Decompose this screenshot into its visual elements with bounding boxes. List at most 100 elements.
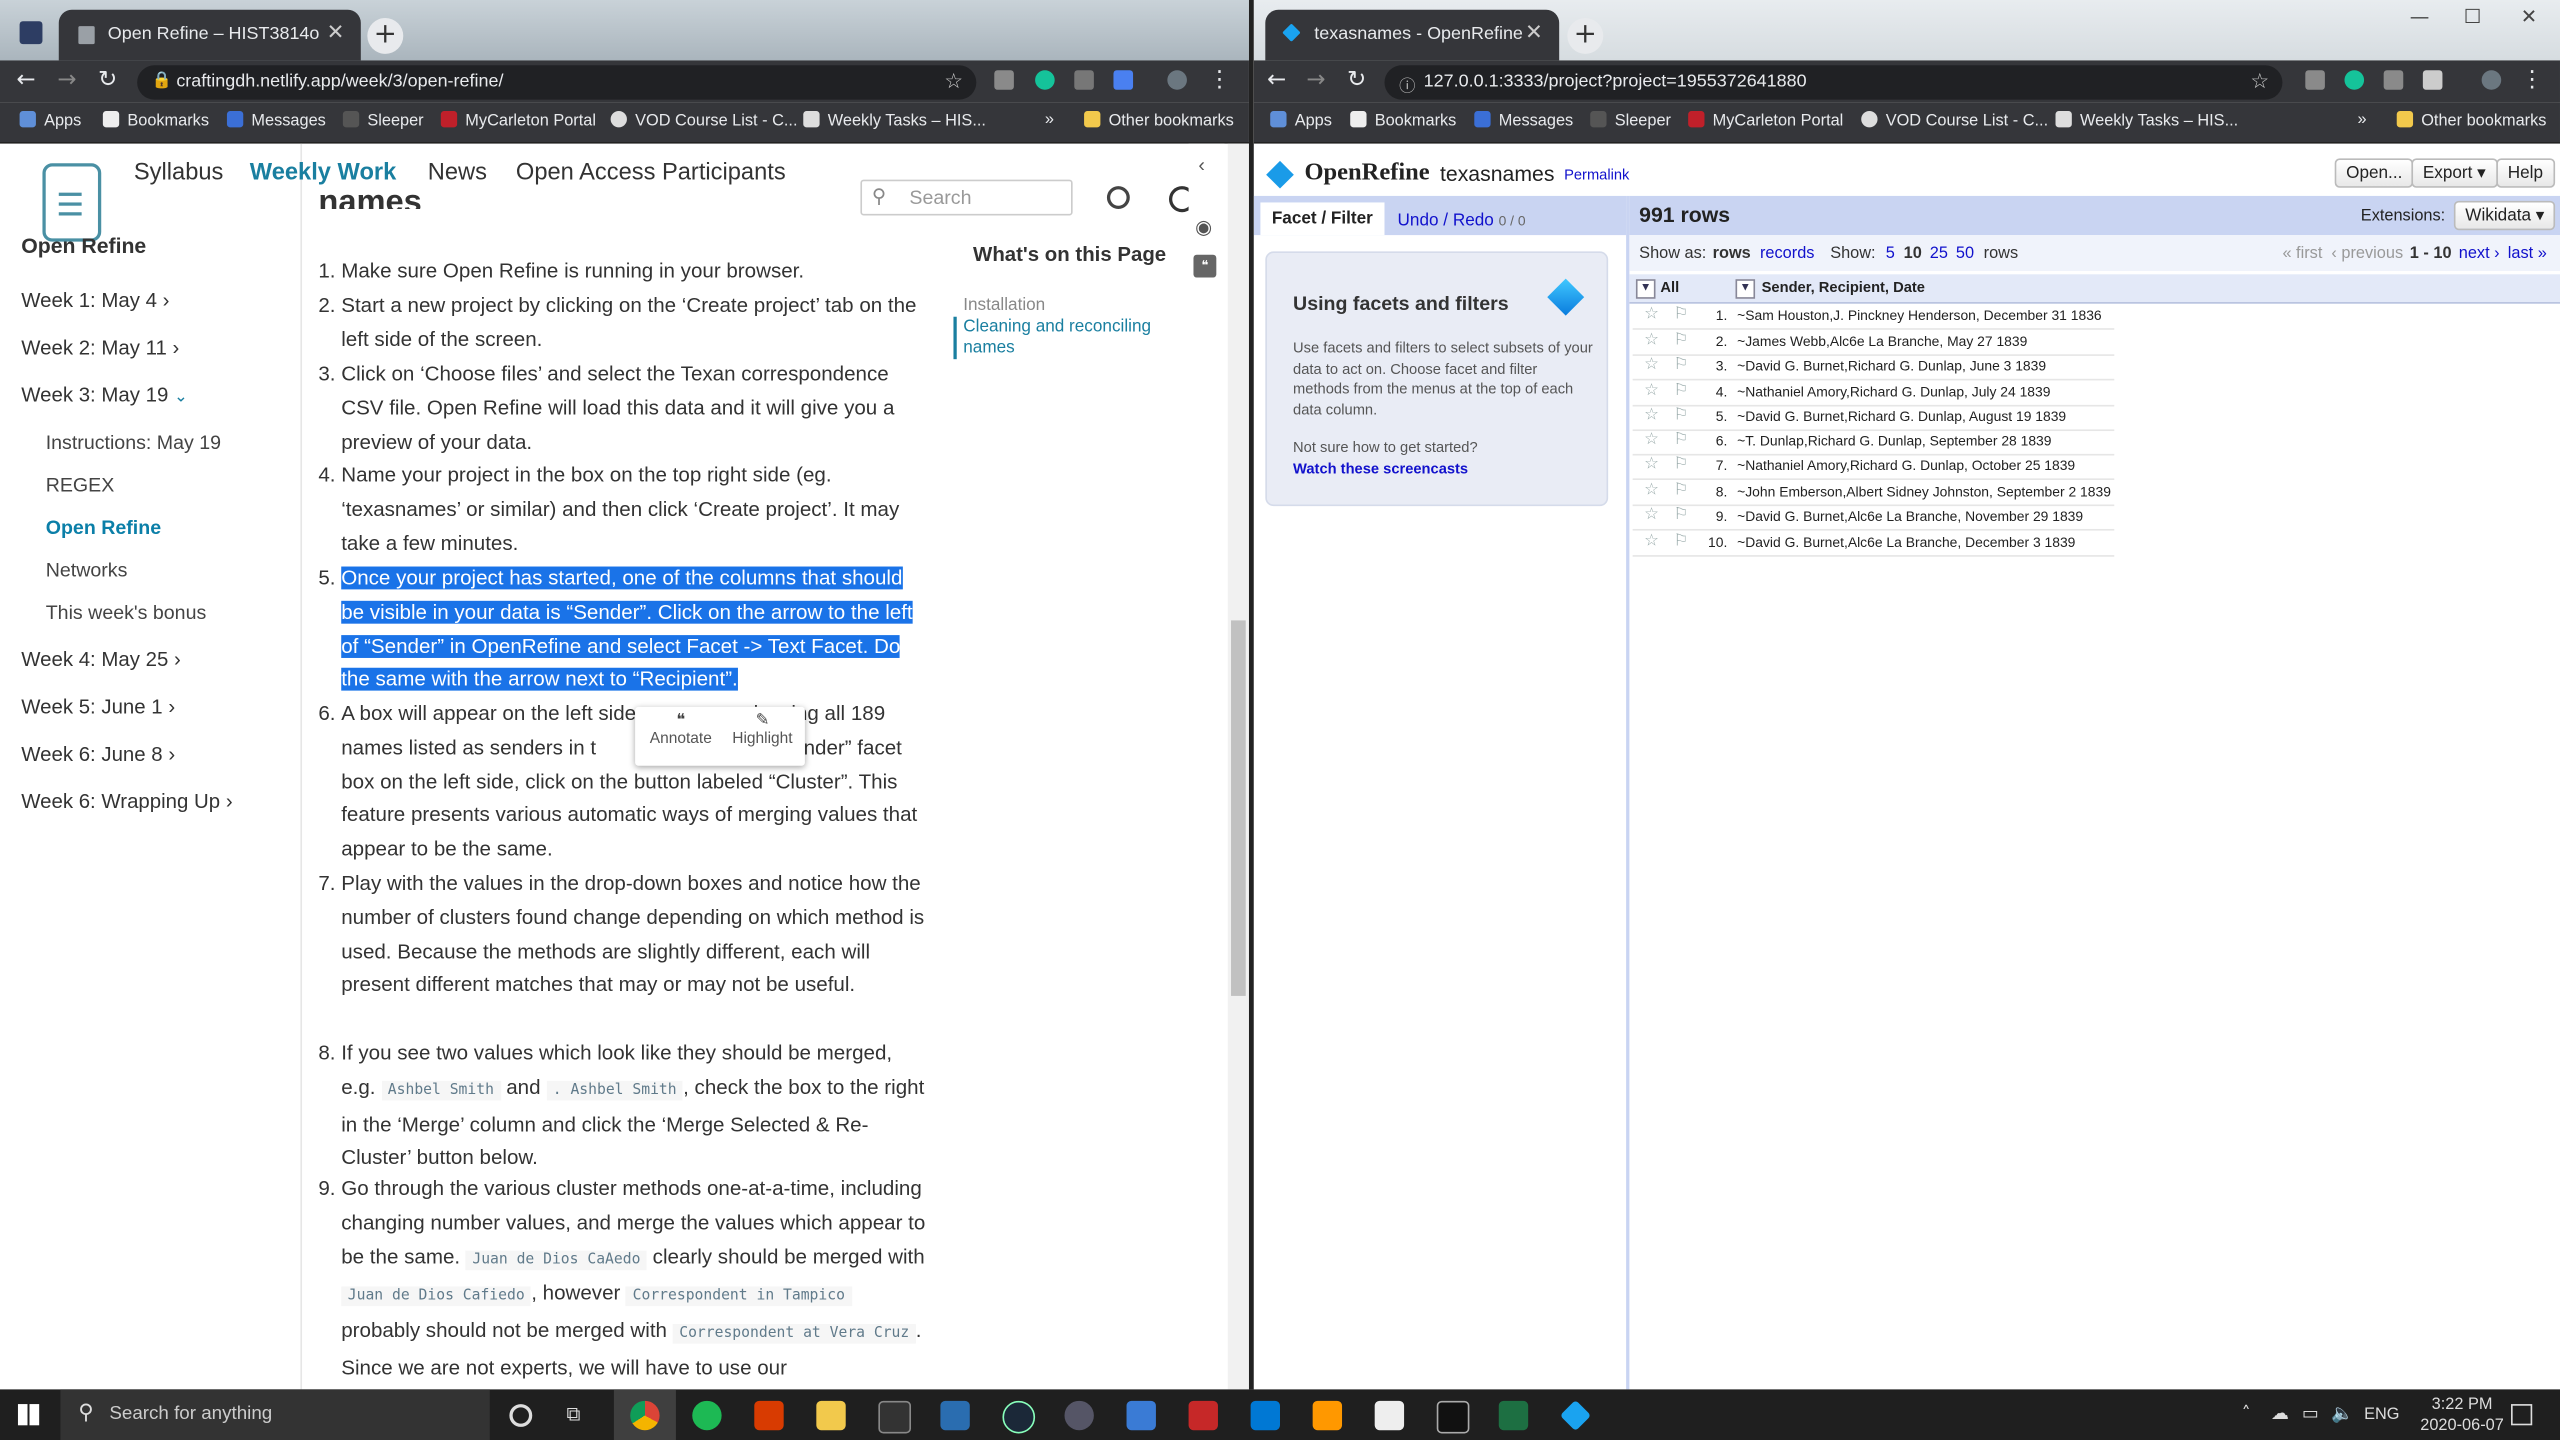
star-icon[interactable]: ☆ bbox=[1644, 331, 1659, 349]
highlight-button[interactable]: ✎ Highlight bbox=[727, 712, 799, 748]
star-icon[interactable]: ☆ bbox=[1644, 407, 1659, 425]
excel-icon[interactable] bbox=[1498, 1400, 1529, 1431]
table-row[interactable]: ☆ ⚐ 10. ~David G. Burnet,Alc6e La Branche, … bbox=[1632, 531, 2115, 557]
address-bar[interactable]: ⓘ 127.0.0.1:3333/project?project=1955372… bbox=[1384, 65, 2283, 100]
openrefine-taskbar-icon[interactable] bbox=[1559, 1399, 1592, 1432]
table-row[interactable]: ☆ ⚐ 5. ~David G. Burnet,Richard G. Dunlap, … bbox=[1632, 405, 2115, 432]
table-row[interactable]: ☆ ⚐ 2. ~James Webb,Alc6e La Branche, May 27… bbox=[1632, 330, 2115, 356]
flag-icon[interactable]: ⚐ bbox=[1673, 356, 1688, 374]
network-icon[interactable]: ▭ bbox=[2302, 1402, 2319, 1423]
onedrive-icon[interactable]: ☁ bbox=[2271, 1402, 2289, 1423]
table-row[interactable]: ☆ ⚐ 1. ~Sam Houston,J. Pinckney Henderson, … bbox=[1632, 304, 2115, 330]
profile-avatar[interactable] bbox=[1167, 70, 1187, 90]
bookmark-vod[interactable]: VOD Course List - C... bbox=[610, 111, 797, 131]
grammarly-icon[interactable] bbox=[1035, 70, 1055, 90]
back-icon[interactable]: ← bbox=[1262, 67, 1291, 93]
pager-last[interactable]: last » bbox=[2508, 245, 2547, 263]
star-icon[interactable]: ☆ bbox=[1644, 305, 1659, 323]
bookmark-messages[interactable]: Messages bbox=[226, 111, 326, 131]
bookmark-messages[interactable]: Messages bbox=[1474, 111, 1573, 131]
bookmarks-overflow-icon[interactable]: » bbox=[2358, 111, 2367, 129]
annotations-count-icon[interactable]: ❝ bbox=[1193, 254, 1217, 278]
bookmark-sleeper[interactable]: Sleeper bbox=[342, 111, 424, 131]
site-logo[interactable] bbox=[42, 163, 102, 242]
bookmark-mycarleton[interactable]: MyCarleton Portal bbox=[1688, 111, 1843, 131]
star-icon[interactable]: ☆ bbox=[1644, 532, 1659, 550]
extension-icon[interactable] bbox=[2305, 70, 2325, 90]
file-explorer-icon[interactable] bbox=[816, 1400, 846, 1431]
close-tab-icon[interactable]: ✕ bbox=[1525, 21, 1543, 45]
export-button[interactable]: Export ▾ bbox=[2411, 158, 2498, 188]
cortana-icon[interactable] bbox=[509, 1404, 533, 1427]
bookmark-weekly-tasks[interactable]: Weekly Tasks – HIS... bbox=[803, 111, 986, 131]
sidebar-item-networks[interactable]: Networks bbox=[46, 558, 128, 581]
tab-facet-filter[interactable]: Facet / Filter bbox=[1260, 202, 1385, 236]
sublime-text-icon[interactable] bbox=[1312, 1400, 1343, 1431]
page-scrollbar[interactable] bbox=[1227, 143, 1249, 1390]
grammarly-icon[interactable] bbox=[2344, 70, 2365, 90]
steam-icon[interactable] bbox=[1002, 1400, 1036, 1434]
sidebar-toggle-icon[interactable] bbox=[19, 21, 43, 45]
bookmark-weekly-tasks[interactable]: Weekly Tasks – HIS... bbox=[2055, 111, 2238, 131]
flag-icon[interactable]: ⚐ bbox=[1673, 456, 1688, 474]
menu-icon[interactable]: ⋮ bbox=[2518, 67, 2547, 93]
flag-icon[interactable]: ⚐ bbox=[1673, 431, 1688, 449]
visibility-eye-icon[interactable]: ◉ bbox=[1195, 216, 1212, 239]
bookmark-bookmarks[interactable]: Bookmarks bbox=[1350, 111, 1456, 131]
flag-icon[interactable]: ⚐ bbox=[1673, 305, 1688, 323]
app-icon[interactable] bbox=[940, 1400, 970, 1431]
star-icon[interactable]: ☆ bbox=[1644, 456, 1659, 474]
pager-previous[interactable]: ‹ previous bbox=[2331, 245, 2403, 263]
input-language[interactable]: ENG bbox=[2364, 1406, 2399, 1424]
sidebar-item-regex[interactable]: REGEX bbox=[46, 473, 115, 496]
show-records-option[interactable]: records bbox=[1760, 245, 1814, 263]
table-row[interactable]: ☆ ⚐ 9. ~David G. Burnet,Alc6e La Branche, N… bbox=[1632, 504, 2115, 531]
table-row[interactable]: ☆ ⚐ 4. ~Nathaniel Amory,Richard G. Dunlap, … bbox=[1632, 380, 2115, 407]
show-rows-option[interactable]: rows bbox=[1713, 245, 1751, 263]
table-row[interactable]: ☆ ⚐ 6. ~T. Dunlap,Richard G. Dunlap, Septem… bbox=[1632, 429, 2115, 456]
pdf-reader-icon[interactable] bbox=[1188, 1400, 1218, 1431]
bookmark-apps[interactable]: Apps bbox=[19, 111, 81, 131]
task-view-icon[interactable]: ⧉ bbox=[567, 1402, 581, 1426]
other-bookmarks[interactable]: Other bookmarks bbox=[2396, 111, 2546, 131]
sidebar-item-open-refine[interactable]: Open Refine bbox=[46, 516, 161, 539]
chrome-icon[interactable] bbox=[630, 1400, 660, 1431]
sidebar-week-2[interactable]: Week 2: May 11 › bbox=[21, 336, 179, 359]
reload-icon[interactable]: ↻ bbox=[93, 67, 122, 93]
table-row[interactable]: ☆ ⚐ 8. ~John Emberson,Albert Sidney Johnsto… bbox=[1632, 480, 2115, 507]
back-icon[interactable]: ← bbox=[11, 67, 40, 93]
spotify-icon[interactable] bbox=[692, 1400, 722, 1431]
app-icon[interactable] bbox=[1126, 1400, 1156, 1431]
profile-avatar[interactable] bbox=[2481, 70, 2502, 90]
address-bar[interactable]: 🔒 craftingdh.netlify.app/week/3/open-ref… bbox=[137, 65, 977, 100]
all-column-menu-icon[interactable]: ▼ bbox=[1635, 279, 1656, 299]
annotate-button[interactable]: ❝ Annotate bbox=[645, 712, 717, 748]
app-name[interactable]: OpenRefine bbox=[1304, 160, 1429, 188]
star-icon[interactable]: ☆ bbox=[1644, 506, 1659, 524]
flag-icon[interactable]: ⚐ bbox=[1673, 506, 1688, 524]
app-icon[interactable] bbox=[1374, 1400, 1405, 1431]
sidebar-week-1[interactable]: Week 1: May 4 › bbox=[21, 289, 169, 312]
notifications-icon[interactable] bbox=[2511, 1404, 2533, 1426]
star-icon[interactable]: ☆ bbox=[1644, 356, 1659, 374]
collapse-chevron-icon[interactable]: ‹ bbox=[1198, 153, 1205, 176]
hypothesis-icon[interactable] bbox=[1074, 70, 1094, 90]
app-icon[interactable] bbox=[1064, 1400, 1094, 1431]
bookmark-bookmarks[interactable]: Bookmarks bbox=[102, 111, 209, 131]
taskbar-search-box[interactable]: ⚲ Search for anything bbox=[60, 1389, 490, 1440]
menu-icon[interactable]: ⋮ bbox=[1205, 67, 1234, 93]
flag-icon[interactable]: ⚐ bbox=[1673, 482, 1688, 500]
toc-item-cleaning[interactable]: Cleaning and reconciling names bbox=[953, 316, 1175, 360]
clock[interactable]: 3:22 PM 2020-06-07 bbox=[2413, 1394, 2511, 1436]
project-name[interactable]: texasnames bbox=[1440, 162, 1554, 186]
flag-icon[interactable]: ⚐ bbox=[1673, 382, 1688, 400]
page-size-50[interactable]: 50 bbox=[1956, 245, 1974, 263]
pager-first[interactable]: « first bbox=[2282, 245, 2322, 263]
sidebar-week-5[interactable]: Week 5: June 1 › bbox=[21, 696, 175, 719]
other-bookmarks[interactable]: Other bookmarks bbox=[1084, 111, 1234, 131]
bookmarks-overflow-icon[interactable]: » bbox=[1045, 111, 1054, 129]
extensions-dropdown[interactable]: Wikidata ▾ bbox=[2453, 200, 2556, 231]
star-icon[interactable]: ☆ bbox=[1644, 482, 1659, 500]
close-window-icon[interactable]: ✕ bbox=[2521, 5, 2537, 28]
pager-next[interactable]: next › bbox=[2459, 245, 2500, 263]
